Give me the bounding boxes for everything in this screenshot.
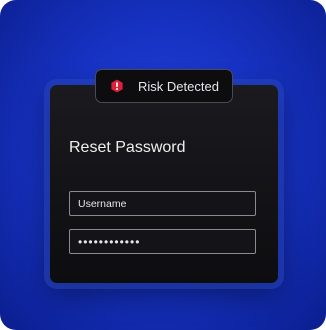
background-panel: Risk Detected Reset Password [0,0,326,330]
alert-label: Risk Detected [138,79,219,94]
password-field[interactable] [69,229,256,254]
exclamation-icon [111,79,123,93]
page-title: Reset Password [69,139,186,156]
risk-detected-badge: Risk Detected [95,69,233,103]
username-field[interactable] [69,191,256,216]
